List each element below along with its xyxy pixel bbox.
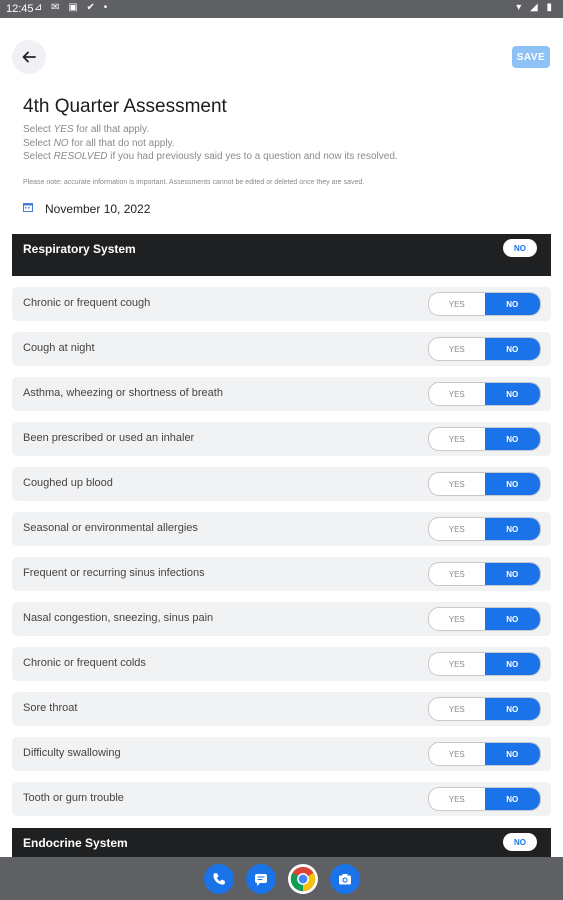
save-button[interactable]: SAVE [512,46,550,68]
toggle-no[interactable]: NO [484,788,540,810]
question-label: Difficulty swallowing [23,747,121,759]
toggle-yes[interactable]: YES [429,608,485,630]
toggle-yes[interactable]: YES [429,743,485,765]
question-label: Chronic or frequent colds [23,657,146,669]
accuracy-note: Please note: accurate information is imp… [23,179,365,186]
question-label: Seasonal or environmental allergies [23,522,198,534]
toggle-yes[interactable]: YES [429,383,485,405]
section-respiratory: Respiratory System NO [12,234,551,276]
question-label: Chronic or frequent cough [23,297,151,309]
question-row: Sore throat YES NO [12,692,551,726]
question-label: Tooth or gum trouble [23,792,124,804]
yes-no-toggle: YES NO [428,652,541,676]
toggle-yes[interactable]: YES [429,473,485,495]
yes-no-toggle: YES NO [428,292,541,316]
question-row: Cough at night YES NO [12,332,551,366]
question-label: Coughed up blood [23,477,113,489]
chrome-icon[interactable] [288,864,318,894]
system-icons: ▾ ◢ ▮ [516,2,555,13]
status-bar: 12:45 ⊿ ✉ ▣ ✔ • ▾ ◢ ▮ [0,0,563,18]
question-label: Sore throat [23,702,78,714]
toggle-yes[interactable]: YES [429,698,485,720]
toggle-yes[interactable]: YES [429,563,485,585]
toggle-no[interactable]: NO [484,608,540,630]
question-row: Chronic or frequent cough YES NO [12,287,551,321]
notification-icons: ⊿ ✉ ▣ ✔ • [34,2,111,13]
instruction-yes: Select YES for all that apply. [23,124,150,135]
toggle-no[interactable]: NO [484,563,540,585]
question-row: Nasal congestion, sneezing, sinus pain Y… [12,602,551,636]
yes-no-toggle: YES NO [428,427,541,451]
section-label: Endocrine System [23,836,128,850]
yes-no-toggle: YES NO [428,517,541,541]
instruction-resolved: Select RESOLVED if you had previously sa… [23,151,398,162]
toggle-no[interactable]: NO [484,428,540,450]
question-row: Seasonal or environmental allergies YES … [12,512,551,546]
yes-no-toggle: YES NO [428,787,541,811]
toggle-no[interactable]: NO [484,743,540,765]
question-row: Been prescribed or used an inhaler YES N… [12,422,551,456]
section-toggle[interactable]: NO [503,833,537,851]
yes-no-toggle: YES NO [428,382,541,406]
section-toggle[interactable]: NO [503,239,537,257]
question-label: Cough at night [23,342,95,354]
toggle-yes[interactable]: YES [429,338,485,360]
toggle-no[interactable]: NO [484,518,540,540]
question-row: Frequent or recurring sinus infections Y… [12,557,551,591]
instruction-no: Select NO for all that do not apply. [23,138,175,149]
question-row: Tooth or gum trouble YES NO [12,782,551,816]
question-label: Frequent or recurring sinus infections [23,567,205,579]
toggle-yes[interactable]: YES [429,428,485,450]
yes-no-toggle: YES NO [428,337,541,361]
arrow-left-icon [22,51,36,63]
toggle-yes[interactable]: YES [429,788,485,810]
yes-no-toggle: YES NO [428,472,541,496]
question-label: Asthma, wheezing or shortness of breath [23,387,223,399]
yes-no-toggle: YES NO [428,607,541,631]
toggle-yes[interactable]: YES [429,293,485,315]
section-endocrine: Endocrine System NO [12,828,551,857]
yes-no-toggle: YES NO [428,562,541,586]
phone-icon[interactable] [204,864,234,894]
yes-no-toggle: YES NO [428,697,541,721]
page-title: 4th Quarter Assessment [23,96,227,117]
toggle-no[interactable]: NO [484,293,540,315]
question-row: Coughed up blood YES NO [12,467,551,501]
assessment-date[interactable]: November 10, 2022 [45,202,150,216]
toggle-no[interactable]: NO [484,653,540,675]
question-label: Nasal congestion, sneezing, sinus pain [23,612,214,624]
camera-icon[interactable] [330,864,360,894]
question-row: Chronic or frequent colds YES NO [12,647,551,681]
yes-no-toggle: YES NO [428,742,541,766]
messages-icon[interactable] [246,864,276,894]
toggle-yes[interactable]: YES [429,518,485,540]
section-label: Respiratory System [23,242,136,256]
status-time: 12:45 [6,3,34,15]
back-button[interactable] [12,40,46,74]
toggle-yes[interactable]: YES [429,653,485,675]
calendar-icon [23,203,33,212]
question-row: Asthma, wheezing or shortness of breath … [12,377,551,411]
toggle-no[interactable]: NO [484,698,540,720]
toggle-no[interactable]: NO [484,338,540,360]
question-label: Been prescribed or used an inhaler [23,432,195,444]
toggle-no[interactable]: NO [484,383,540,405]
system-nav-bar [0,857,563,900]
question-row: Difficulty swallowing YES NO [12,737,551,771]
toggle-no[interactable]: NO [484,473,540,495]
